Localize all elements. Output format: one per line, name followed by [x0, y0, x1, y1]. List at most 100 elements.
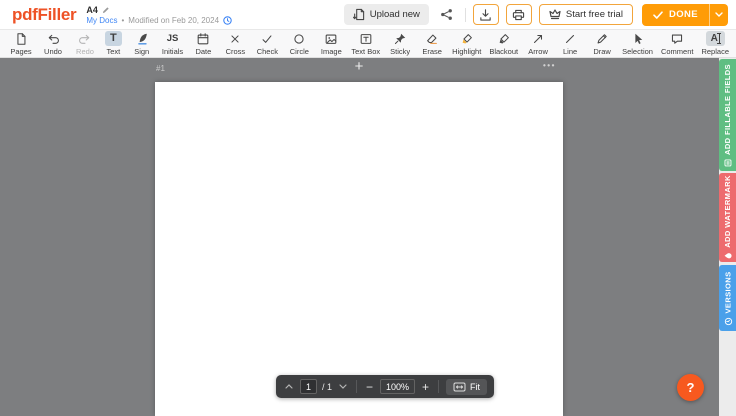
eraser-icon [420, 31, 444, 46]
upload-new-button[interactable]: Upload new [344, 4, 429, 25]
tab-label: VERSIONS [723, 271, 732, 313]
arrow-icon [526, 31, 550, 46]
edit-pencil-icon[interactable] [102, 5, 111, 14]
print-button[interactable] [506, 4, 532, 25]
initials-icon: JS [162, 31, 184, 46]
header-divider [465, 8, 466, 22]
zoom-in-button[interactable]: + [420, 381, 431, 393]
tool-erase[interactable]: Erase [416, 31, 448, 56]
tool-text[interactable]: T Text [101, 31, 126, 56]
document-canvas: #1 + ••• ADD FILLABLE FIELDS ADD WATERMA… [0, 58, 736, 416]
upload-new-label: Upload new [370, 9, 420, 20]
done-dropdown-button[interactable] [709, 4, 728, 26]
tab-versions[interactable]: VERSIONS [719, 265, 736, 331]
print-icon [512, 9, 525, 21]
tool-circle[interactable]: Circle [283, 31, 315, 56]
tool-cross[interactable]: Cross [219, 31, 251, 56]
upload-icon [353, 8, 365, 21]
start-free-trial-label: Start free trial [566, 9, 623, 20]
previous-page-button[interactable] [283, 382, 295, 391]
fit-screen-icon [453, 382, 466, 392]
zoom-out-button[interactable]: − [364, 381, 375, 393]
selection-cursor-icon [626, 31, 650, 46]
calendar-icon [191, 31, 215, 46]
done-label: DONE [669, 9, 698, 20]
tool-check[interactable]: Check [251, 31, 283, 56]
tool-comment[interactable]: Comment [657, 31, 698, 56]
tool-sign[interactable]: Sign [126, 31, 158, 56]
tool-arrow[interactable]: Arrow [522, 31, 554, 56]
clock-icon [223, 16, 232, 25]
tool-draw[interactable]: Draw [586, 31, 618, 56]
check-icon [653, 11, 663, 19]
tool-pages[interactable]: Pages [5, 31, 37, 56]
form-fields-icon [724, 158, 732, 166]
zoom-level-value[interactable]: 100% [380, 379, 415, 394]
blackout-marker-icon [492, 31, 516, 46]
tool-replace[interactable]: A Replace [697, 31, 733, 56]
fit-label: Fit [470, 382, 480, 392]
tool-line[interactable]: Line [554, 31, 586, 56]
next-page-button[interactable] [337, 382, 349, 391]
sticky-pin-icon [388, 31, 412, 46]
tool-initials[interactable]: JS Initials [158, 31, 188, 56]
share-icon [440, 8, 453, 21]
add-page-button[interactable]: + [348, 59, 370, 75]
crown-icon [549, 9, 561, 20]
done-button-group: DONE [642, 4, 728, 26]
page-menu-button[interactable]: ••• [543, 61, 556, 70]
tool-image[interactable]: Image [315, 31, 347, 56]
start-free-trial-button[interactable]: Start free trial [539, 4, 633, 25]
tool-sticky[interactable]: Sticky [384, 31, 416, 56]
tool-highlight[interactable]: Highlight [448, 31, 485, 56]
help-button[interactable]: ? [677, 374, 704, 401]
page-number-label: #1 [156, 64, 165, 73]
tool-selection[interactable]: Selection [618, 31, 657, 56]
page-zoom-toolbar: 1 / 1 − 100% + Fit [276, 375, 494, 398]
modified-date: Modified on Feb 20, 2024 [128, 16, 219, 25]
current-page-input[interactable]: 1 [300, 379, 317, 394]
done-button[interactable]: DONE [642, 4, 709, 26]
tool-blackout[interactable]: Blackout [485, 31, 522, 56]
share-button[interactable] [436, 4, 458, 25]
tab-add-fillable-fields[interactable]: ADD FILLABLE FIELDS [719, 59, 736, 171]
app-header: pdfFiller A4 My Docs • Modified on Feb 2… [0, 0, 736, 30]
download-button[interactable] [473, 4, 499, 25]
editor-toolbar: Pages Undo Redo T Text Sign JS Initials … [0, 30, 736, 58]
text-icon: T [105, 31, 122, 46]
tool-date[interactable]: Date [187, 31, 219, 56]
pencil-draw-icon [590, 31, 614, 46]
tool-text-box[interactable]: Text Box [347, 31, 384, 56]
tool-undo[interactable]: Undo [37, 31, 69, 56]
total-pages-label: / 1 [322, 382, 332, 392]
line-icon [558, 31, 582, 46]
tool-redo[interactable]: Redo [69, 31, 101, 56]
fit-button[interactable]: Fit [446, 379, 487, 395]
document-info: A4 My Docs • Modified on Feb 20, 2024 [86, 5, 232, 25]
pager-divider [438, 380, 439, 393]
download-icon [479, 8, 492, 21]
tab-label: ADD FILLABLE FIELDS [723, 64, 732, 155]
text-box-icon [354, 31, 378, 46]
image-icon [319, 31, 343, 46]
toolbar-right-group: Comment A Replace Search Settings [657, 31, 736, 56]
tab-label: ADD WATERMARK [723, 175, 732, 248]
tab-add-watermark[interactable]: ADD WATERMARK [719, 173, 736, 262]
highlighter-icon [455, 31, 479, 46]
watermark-icon [724, 252, 732, 260]
pdffiller-logo: pdfFiller [12, 6, 76, 23]
chevron-up-icon [285, 384, 293, 389]
document-title: A4 [86, 5, 98, 15]
check-icon [255, 31, 279, 46]
chevron-down-icon [339, 384, 347, 389]
breadcrumb-my-docs[interactable]: My Docs [86, 16, 117, 25]
comment-bubble-icon [665, 31, 689, 46]
caret-down-icon [715, 12, 723, 17]
pages-icon [9, 31, 33, 46]
pdf-page[interactable] [155, 82, 563, 416]
versions-clock-icon [724, 317, 732, 325]
circle-icon [287, 31, 311, 46]
redo-icon [73, 31, 97, 46]
breadcrumb-separator: • [121, 16, 124, 25]
cross-icon [223, 31, 247, 46]
